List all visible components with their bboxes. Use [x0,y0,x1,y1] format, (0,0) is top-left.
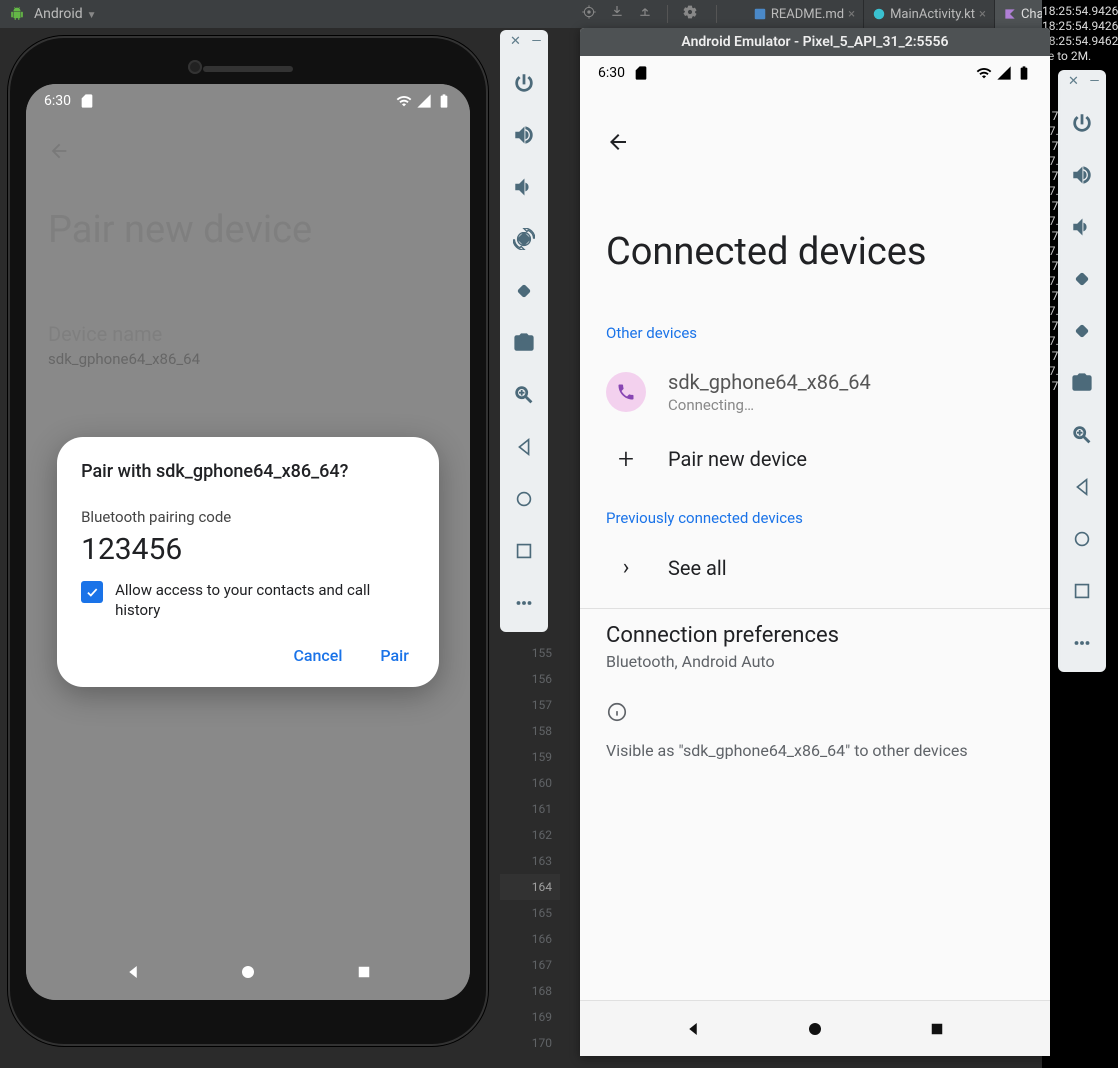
emulator-minimize-button[interactable]: — [1089,76,1100,87]
connection-preferences-subtitle: Bluetooth, Android Auto [606,652,1024,671]
emulator-close-button[interactable]: ✕ [1068,76,1079,87]
cancel-button[interactable]: Cancel [289,638,346,673]
connection-preferences-row[interactable]: Connection preferences Bluetooth, Androi… [606,623,1024,671]
editor-gutter: 1551561571581591601611621631641651661671… [500,640,560,1056]
system-navbar [580,1000,1050,1056]
kotlin-file-icon [872,7,886,21]
ide-toolbar: Android▼ README.md × MainActivity.kt × C… [0,0,1118,28]
target-dropdown-label: Android [34,6,83,22]
rotate-right-button[interactable] [506,271,542,311]
nav-back-button[interactable] [506,427,542,467]
pairing-code-value: 123456 [81,532,419,567]
battery-icon [436,93,452,109]
chevron-right-icon: › [606,555,646,580]
toolbar-upload-icon[interactable] [637,4,653,24]
nav-back-button[interactable] [1064,467,1100,507]
nav-home-icon[interactable] [806,1020,824,1038]
nav-recents-icon[interactable] [355,963,373,981]
emulator-close-button[interactable]: ✕ [510,36,521,47]
nav-home-button[interactable] [506,479,542,519]
power-button[interactable] [506,63,542,103]
page-title: Connected devices [606,230,1024,274]
device-status: Connecting… [668,396,1024,414]
system-navbar [26,944,470,1000]
clock: 6:30 [44,93,71,109]
dialog-title: Pair with sdk_gphone64_x86_64? [81,461,419,482]
pair-new-label: Pair new device [668,447,1024,471]
signal-icon [996,65,1012,81]
dialog-scrim[interactable]: Pair with sdk_gphone64_x86_64? Bluetooth… [26,84,470,1000]
zoom-in-button[interactable] [1064,415,1100,455]
device-row[interactable]: sdk_gphone64_x86_64 Connecting… [606,356,1024,428]
rotate-left-button[interactable] [1064,259,1100,299]
pair-new-device-row[interactable]: + Pair new device [606,428,1024,489]
allow-contacts-label: Allow access to your contacts and call h… [115,581,419,620]
divider [580,608,1050,609]
close-icon[interactable]: × [848,7,855,22]
power-button[interactable] [1064,103,1100,143]
see-all-label: See all [668,556,1024,580]
wifi-icon [976,65,992,81]
sdcard-icon [633,65,649,81]
plus-icon: + [606,442,646,475]
editor-tab-mainactivity[interactable]: MainActivity.kt × [864,0,995,28]
volume-up-button[interactable] [506,115,542,155]
nav-recents-button[interactable] [506,531,542,571]
nav-recents-button[interactable] [1064,571,1100,611]
status-bar: 6:30 [26,84,470,118]
more-button[interactable] [506,583,542,623]
info-icon [606,701,628,723]
other-devices-header: Other devices [606,324,1024,342]
android-icon [10,7,24,21]
phone-icon [606,372,646,412]
back-button[interactable] [606,132,630,160]
battery-icon [1016,65,1032,81]
markdown-file-icon [753,7,767,21]
editor-tab-label: README.md [771,7,844,22]
toolbar-target-icon[interactable] [581,4,597,24]
sdcard-icon [79,93,95,109]
device-name: sdk_gphone64_x86_64 [668,370,1024,394]
wifi-icon [396,93,412,109]
connection-preferences-title: Connection preferences [606,623,1024,648]
emulator-window-right: Android Emulator - Pixel_5_API_31_2:5556… [580,28,1050,1056]
emulator-titlebar[interactable]: Android Emulator - Pixel_5_API_31_2:5556 [580,28,1050,56]
target-dropdown[interactable]: Android▼ [34,6,97,22]
zoom-in-button[interactable] [506,375,542,415]
close-icon[interactable]: × [979,7,986,22]
rotate-left-button[interactable] [506,219,542,259]
connected-devices-page: Connected devices Other devices sdk_gpho… [580,90,1050,1000]
prev-devices-header: Previously connected devices [606,509,1024,527]
toolbar-settings-icon[interactable] [682,4,698,24]
nav-recents-icon[interactable] [928,1020,946,1038]
volume-down-button[interactable] [506,167,542,207]
volume-up-button[interactable] [1064,155,1100,195]
editor-tab-readme[interactable]: README.md × [745,0,864,28]
nav-home-icon[interactable] [239,963,257,981]
emulator-panel-right: ✕— [1058,70,1106,672]
pairing-dialog: Pair with sdk_gphone64_x86_64? Bluetooth… [57,437,439,687]
pair-button[interactable]: Pair [376,638,412,673]
emulator-minimize-button[interactable]: — [531,36,542,47]
toolbar-download-icon[interactable] [609,4,625,24]
signal-icon [416,93,432,109]
clock: 6:30 [598,65,625,81]
emulator-frame-left: Pair new device Device name sdk_gphone64… [8,36,488,1046]
emulator-panel-left: ✕— [500,30,548,632]
camera-button[interactable] [506,323,542,363]
see-all-row[interactable]: › See all [606,541,1024,594]
rotate-right-button[interactable] [1064,311,1100,351]
nav-home-button[interactable] [1064,519,1100,559]
visibility-text: Visible as "sdk_gphone64_x86_64" to othe… [606,741,1024,760]
pairing-code-label: Bluetooth pairing code [81,508,419,526]
volume-down-button[interactable] [1064,207,1100,247]
allow-contacts-checkbox[interactable] [81,581,103,603]
nav-back-icon[interactable] [684,1020,702,1038]
camera-button[interactable] [1064,363,1100,403]
nav-back-icon[interactable] [124,963,142,981]
status-bar: 6:30 [580,56,1050,90]
kotlin-file-icon [1003,7,1017,21]
editor-tab-label: MainActivity.kt [890,7,975,22]
more-button[interactable] [1064,623,1100,663]
